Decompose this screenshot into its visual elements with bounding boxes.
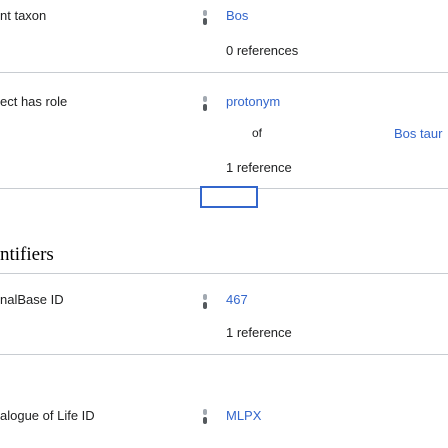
references-toggle[interactable]: 1 reference xyxy=(226,325,292,340)
property-label-object-has-role[interactable]: ect has role xyxy=(0,94,67,109)
normal-rank-icon[interactable] xyxy=(202,294,208,310)
statement-value-bos[interactable]: Bos xyxy=(226,8,248,23)
statement-value-protonym[interactable]: protonym xyxy=(226,94,280,109)
divider xyxy=(0,354,448,355)
qualifier-value-bos-taurus[interactable]: Bos taur xyxy=(394,126,442,141)
references-toggle[interactable]: 0 references xyxy=(226,43,298,58)
normal-rank-icon[interactable] xyxy=(202,10,208,26)
focused-empty-box[interactable] xyxy=(200,186,258,208)
divider xyxy=(0,72,448,73)
normal-rank-icon[interactable] xyxy=(202,409,208,425)
identifier-value-mlpx[interactable]: MLPX xyxy=(226,408,261,423)
property-label-animalbase-id[interactable]: nalBase ID xyxy=(0,292,64,307)
qualifier-property-of[interactable]: of xyxy=(252,126,262,140)
divider xyxy=(0,273,448,274)
property-label-parent-taxon[interactable]: nt taxon xyxy=(0,8,46,23)
property-label-catalogue-of-life-id[interactable]: alogue of Life ID xyxy=(0,408,95,423)
references-toggle[interactable]: 1 reference xyxy=(226,160,292,175)
identifier-value-467[interactable]: 467 xyxy=(226,292,248,307)
normal-rank-icon[interactable] xyxy=(202,96,208,112)
section-heading-identifiers: ntifiers xyxy=(0,244,54,265)
